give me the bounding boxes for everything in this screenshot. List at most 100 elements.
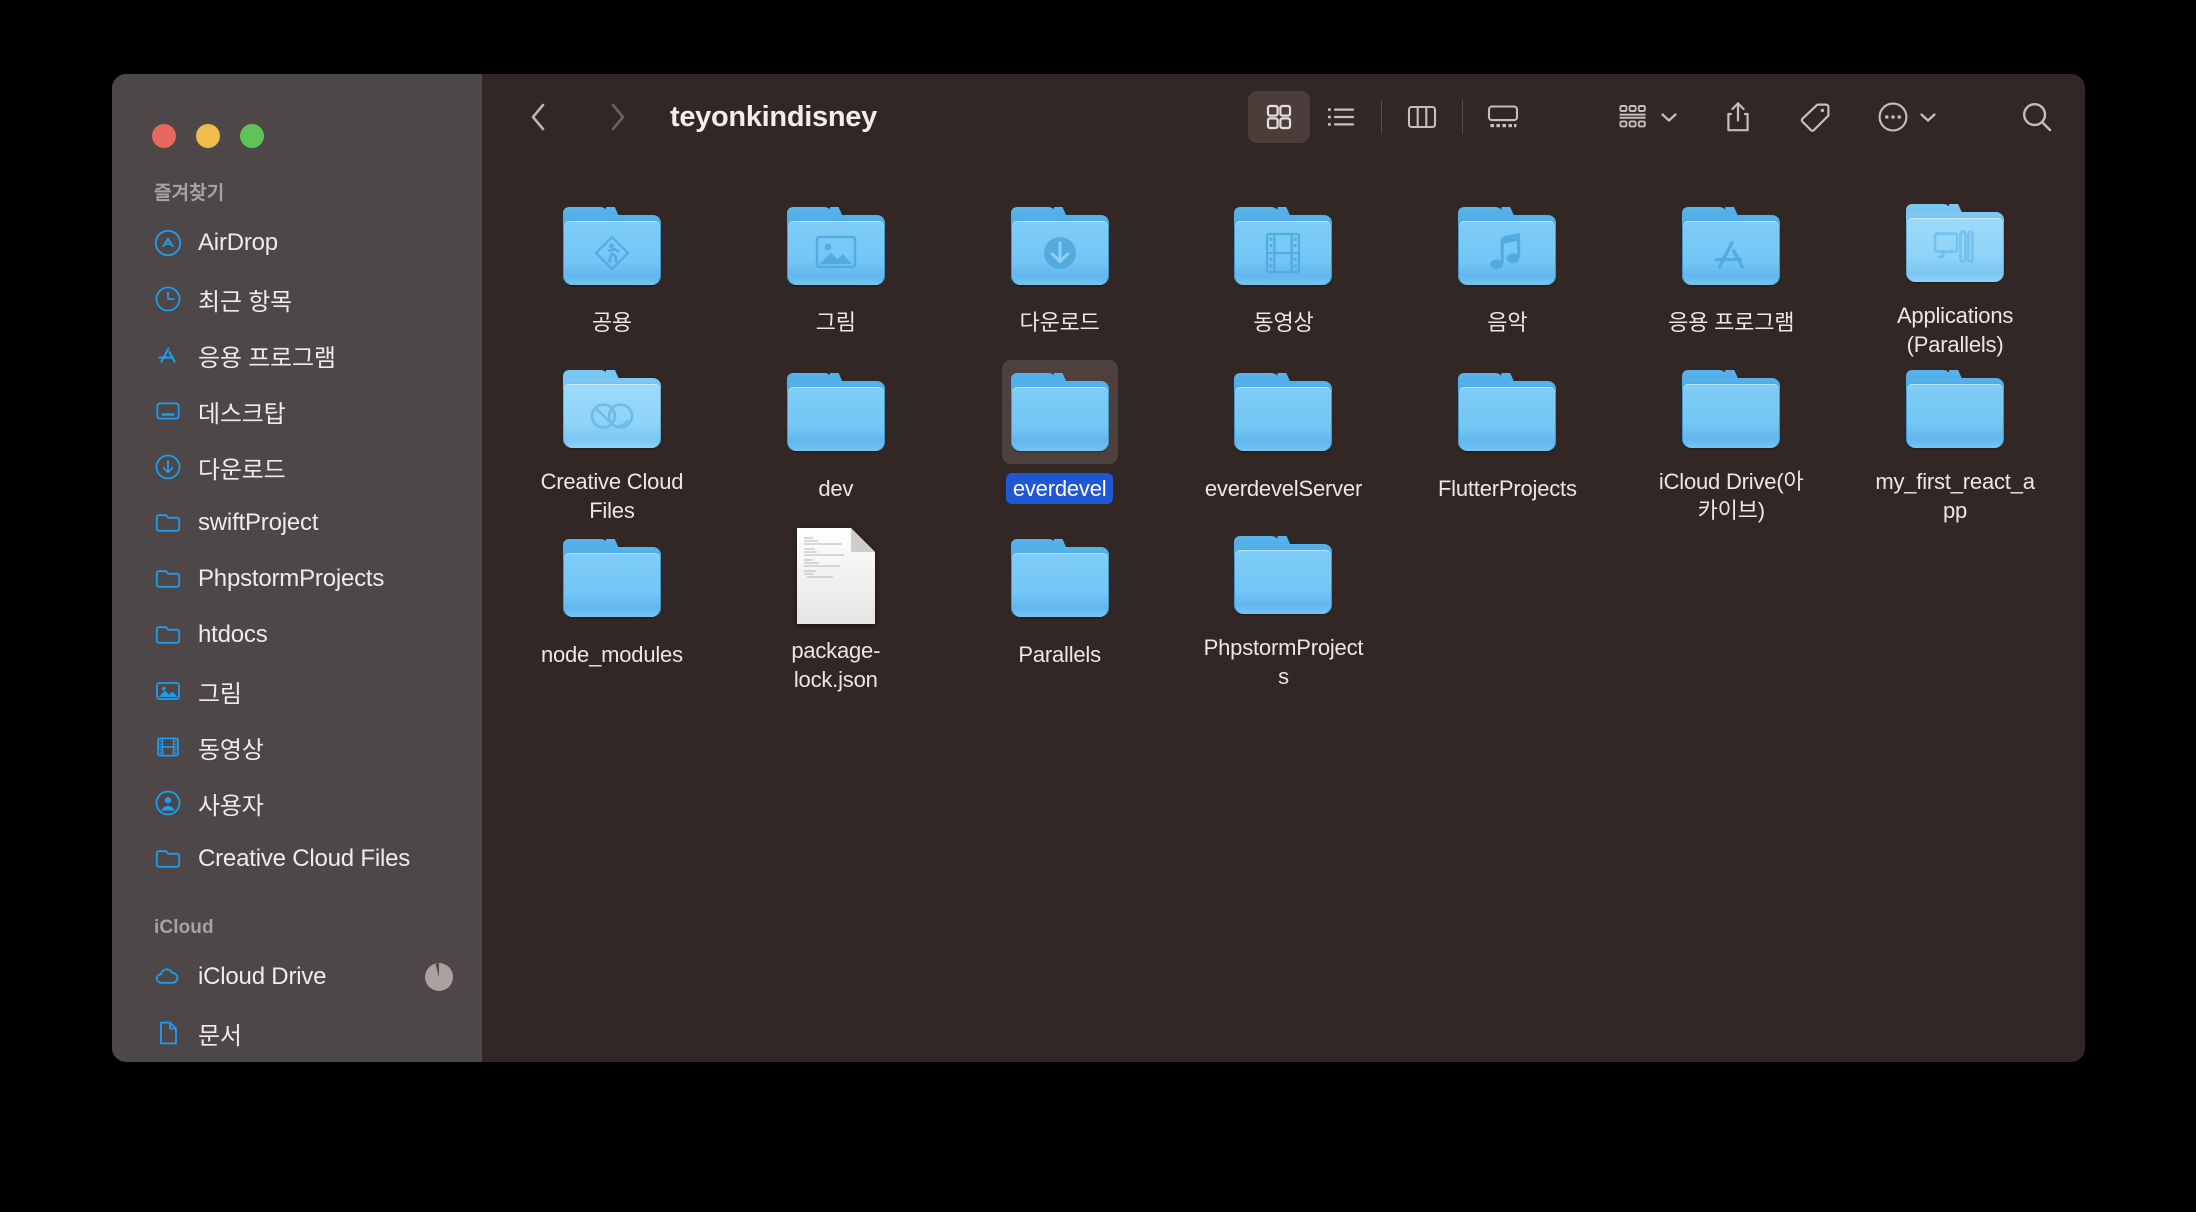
window-controls [112, 74, 482, 160]
pictures-icon [154, 677, 182, 705]
more-actions-button[interactable] [1865, 91, 1948, 143]
toolbar-divider [1381, 100, 1382, 134]
tags-button[interactable] [1787, 91, 1843, 143]
content-pane: teyonkindisney 공용 그림 다운로드 동영상 음악 응용 프로그램… [482, 74, 2085, 1062]
user-icon [154, 789, 182, 817]
toolbar-actions [1606, 91, 2059, 143]
sidebar-item-label: 다운로드 [198, 456, 286, 484]
sidebar-item-movies[interactable]: 동영상 [112, 719, 482, 775]
folder-plain-icon [1002, 526, 1118, 630]
toolbar: teyonkindisney [482, 74, 2085, 160]
minimize-button[interactable] [196, 124, 220, 148]
file-label: FlutterProjects [1437, 476, 1577, 501]
sidebar-item-label: 그림 [198, 680, 242, 708]
close-button[interactable] [152, 124, 176, 148]
forward-button[interactable] [590, 90, 644, 144]
sidebar-item-label: AirDrop [198, 229, 278, 256]
folder-plain-icon [1897, 360, 2013, 457]
sidebar-item-label: Creative Cloud Files [198, 845, 411, 872]
sidebar-item-icloud-drive[interactable]: iCloud Drive [112, 949, 482, 1005]
sidebar-item-documents[interactable]: 문서 [112, 1005, 482, 1061]
sidebar-section-icloud-title: iCloud [154, 917, 214, 938]
file-label: package-lock.json [791, 638, 881, 692]
sidebar-item-label: PhpstormProjects [198, 565, 385, 592]
sidebar-item-label: 사용자 [198, 792, 264, 820]
file-item[interactable]: 공용 [500, 194, 724, 360]
cloud-icon [154, 963, 182, 991]
folder-plain-icon [1449, 360, 1565, 464]
sidebar-item-phpstormprojects[interactable]: PhpstormProjects [112, 551, 482, 607]
sidebar-item-user[interactable]: 사용자 [112, 775, 482, 831]
file-item[interactable]: 다운로드 [948, 194, 1172, 360]
airdrop-icon [154, 229, 182, 257]
folder-plain-icon [778, 360, 894, 464]
maximize-button[interactable] [240, 124, 264, 148]
file-item[interactable]: package-lock.json [724, 526, 948, 692]
file-label: 음악 [1487, 310, 1528, 335]
file-item[interactable]: Parallels [948, 526, 1172, 692]
file-label: Applications (Parallels) [1896, 303, 2014, 357]
group-items-button[interactable] [1606, 91, 1689, 143]
folder-icon [154, 565, 182, 593]
folder-public-icon [554, 194, 670, 298]
file-item[interactable]: Creative Cloud Files [500, 360, 724, 526]
sidebar-item-airdrop[interactable]: AirDrop [112, 215, 482, 271]
file-label: everdevelServer [1204, 476, 1363, 501]
folder-icon [154, 509, 182, 537]
file-label: 다운로드 [1019, 310, 1100, 335]
folder-movies-icon [1225, 194, 1341, 298]
sidebar-item-label: 응용 프로그램 [198, 344, 336, 372]
file-item[interactable]: my_first_react_app [1843, 360, 2067, 526]
sync-pie-badge[interactable] [424, 962, 454, 992]
sidebar: 즐겨찾기 AirDrop 최근 항목 응용 프로그램 데스크탑 다운로드 swi… [112, 74, 482, 1062]
file-label: iCloud Drive(아카이브) [1658, 469, 1804, 523]
sidebar-item-pictures[interactable]: 그림 [112, 663, 482, 719]
sidebar-item-recents[interactable]: 최근 항목 [112, 271, 482, 327]
sidebar-item-label: iCloud Drive [198, 963, 327, 990]
file-item[interactable]: Applications (Parallels) [1843, 194, 2067, 360]
sidebar-item-label: 문서 [198, 1022, 242, 1050]
view-mode-icon-button[interactable] [1248, 91, 1310, 143]
sidebar-item-applications[interactable]: 응용 프로그램 [112, 327, 482, 383]
file-item[interactable]: 그림 [724, 194, 948, 360]
sidebar-item-label: htdocs [198, 621, 268, 648]
sidebar-item-htdocs[interactable]: htdocs [112, 607, 482, 663]
file-label: 그림 [815, 310, 856, 335]
share-button[interactable] [1711, 91, 1765, 143]
file-label: PhpstormProjects [1203, 635, 1364, 689]
view-mode-column-button[interactable] [1391, 91, 1453, 143]
folder-creativecloud-icon [554, 360, 670, 457]
file-item[interactable]: 동영상 [1172, 194, 1396, 360]
chevron-down-icon [1920, 113, 1936, 122]
folder-plain-icon [1001, 360, 1118, 464]
sidebar-item-desktop[interactable]: 데스크탑 [112, 383, 482, 439]
file-item[interactable]: node_modules [500, 526, 724, 692]
view-mode-gallery-button[interactable] [1472, 91, 1534, 143]
file-item[interactable]: dev [724, 360, 948, 526]
view-mode-list-button[interactable] [1310, 91, 1372, 143]
sidebar-section-favorites-title: 즐겨찾기 [154, 183, 225, 204]
file-item[interactable]: 음악 [1395, 194, 1619, 360]
file-item[interactable]: PhpstormProjects [1172, 526, 1396, 692]
file-item[interactable]: iCloud Drive(아카이브) [1619, 360, 1843, 526]
page-title: teyonkindisney [670, 100, 877, 133]
file-item[interactable]: everdevelServer [1172, 360, 1396, 526]
folder-downloads-icon [1002, 194, 1118, 298]
view-mode-group [1248, 91, 1534, 143]
sidebar-item-creative-cloud-files[interactable]: Creative Cloud Files [112, 831, 482, 887]
file-label: my_first_react_app [1875, 469, 2035, 523]
search-button[interactable] [2008, 91, 2059, 143]
file-label: 응용 프로그램 [1668, 310, 1795, 335]
back-button[interactable] [512, 90, 566, 144]
sidebar-item-downloads[interactable]: 다운로드 [112, 439, 482, 495]
sidebar-item-label: 데스크탑 [198, 400, 286, 428]
file-label: node_modules [540, 642, 683, 667]
folder-icon [154, 621, 182, 649]
file-label: 공용 [591, 310, 632, 335]
file-label: 동영상 [1253, 310, 1314, 335]
sidebar-item-swiftproject[interactable]: swiftProject [112, 495, 482, 551]
file-item[interactable]: 응용 프로그램 [1619, 194, 1843, 360]
file-item[interactable]: FlutterProjects [1395, 360, 1619, 526]
document-plain-icon [778, 526, 894, 626]
file-item-selected[interactable]: everdevel [948, 360, 1172, 526]
